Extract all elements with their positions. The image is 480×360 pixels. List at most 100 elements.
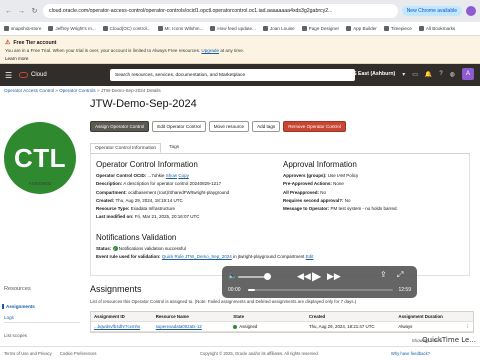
console-header: ☰ Cloud Search resources, services, docu… [0,64,480,86]
volume-knob[interactable] [264,273,271,280]
status-dot-icon [233,324,238,329]
menu-icon[interactable]: ☰ [5,71,15,80]
tab-tags[interactable]: Tags [165,143,183,153]
play-icon[interactable]: ▶ [312,269,321,283]
banner-title: Free Tier account [13,39,57,46]
upgrade-link[interactable]: Upgrade [201,48,219,53]
scrubber-track[interactable] [248,289,393,291]
help-icon[interactable]: ? [439,71,442,77]
all-bookmarks[interactable]: All Bookmarks [418,26,455,31]
bookmark[interactable]: snapshot-store [4,26,41,31]
resource-link-assignments[interactable]: Assignments [2,304,35,309]
info-panel: Operator Control Information Operator Co… [90,154,470,276]
copy-ocid-link[interactable]: Copy [178,173,189,178]
code-editor-icon[interactable]: ▭ [412,71,418,78]
approval-list: Approvers (groups): Use IAM Policy Pre-A… [283,173,398,212]
add-tags-button[interactable]: Add tags [252,121,281,132]
bookmark[interactable]: Cloud(OC) control... [102,26,151,31]
info-list: Operator Control OCID: ...7uhkie Show Co… [96,173,230,220]
assignments-description: List of resources this Operator Control … [90,299,357,304]
search-input[interactable]: Search resources, services, documentatio… [110,69,355,81]
bookmark[interactable]: Timepiece [383,26,412,31]
page-title: JTW-Demo-Sep-2024 [90,98,197,110]
fast-forward-icon[interactable]: ▶▶ [327,271,341,282]
column-header: Assignment Duration [398,314,443,319]
check-circle-icon: ✓ [112,246,118,252]
event-rule-link[interactable]: Quick Rule JTW_Demo_Sep_2024 [162,254,232,259]
bookmark[interactable]: Joan Louise [262,26,295,31]
volume-icon[interactable]: 🔈 [228,272,237,280]
table-row: ...bqwdsvfb4dhr7cxmhv superexadata002ats… [91,322,473,332]
back-icon[interactable]: ← [4,7,13,16]
created-value: Thu, Aug 29, 2024, 18:21:47 UTC [308,324,375,329]
edit-rule-link[interactable]: Edit [306,254,314,259]
bookmark-icon [4,26,9,31]
status-label: ASSIGNED [28,181,52,186]
share-icon[interactable]: ⇪ [380,270,387,279]
column-header[interactable]: Created [306,314,396,319]
column-header: State [233,314,245,319]
chevron-down-icon: ▾ [402,71,406,78]
resource-link-logs[interactable]: Logs [4,315,14,320]
bookmark[interactable]: Mr. Icons Wilshm... [157,26,203,31]
bookmark[interactable]: How feed update... [210,26,256,31]
free-tier-banner: ⚠ Free Tier account You are in a Free Tri… [0,36,480,64]
info-heading: Operator Control Information [96,160,198,169]
column-header: Resource Name [155,314,189,319]
remove-operator-control-button[interactable]: Remove Operator Control [283,121,346,132]
assignments-title: Assignments [90,284,142,294]
assignment-id-link[interactable]: ...bqwdsvfb4dhr7cxmhv [94,324,140,329]
approval-heading: Approval Information [283,160,357,169]
breadcrumb-item[interactable]: Operator Access Control [4,88,54,93]
state-value: Assigned [239,324,258,329]
resource-name-link[interactable]: superexadata002ats-12 [156,324,202,329]
oracle-cloud-logo[interactable]: Cloud [19,72,47,78]
list-scopes-link[interactable]: List scopes [4,333,27,338]
fullscreen-icon[interactable]: ⤢ [397,270,403,280]
notification-icon[interactable]: 🔔 [425,71,432,78]
bookmark[interactable]: App Builder [346,26,377,31]
divider [4,322,80,323]
user-avatar[interactable]: A [462,68,474,80]
profile-avatar[interactable] [466,6,476,16]
copyright-text: Copyright © 2025, Oracle and/or its affi… [200,351,319,356]
bookmark-icon [48,26,54,31]
bookmark[interactable]: Page Designer [301,26,339,31]
language-icon[interactable]: ◍ [450,71,455,78]
detail-tabs: Operator Control Information Tags [90,143,470,154]
tab-operator-control-information[interactable]: Operator Control Information [90,143,162,153]
breadcrumb: Operator Access Control » Operator Contr… [4,88,161,93]
move-resource-button[interactable]: Move resource [208,121,250,132]
update-chrome-button[interactable]: New Chrome available [401,6,462,16]
bookmark-icon [262,26,268,31]
bookmark-icon [346,26,352,31]
breadcrumb-item[interactable]: Operator Controls [59,88,96,93]
scrubber-progress [248,289,256,291]
learn-more-link[interactable]: Learn more [5,56,29,61]
cookie-preferences-link[interactable]: Cookie Preferences [60,351,97,356]
elapsed-time: 00:00 [228,287,241,293]
edit-operator-control-button[interactable]: Edit Operator Control [152,121,206,132]
duration-value: Always [398,324,413,329]
show-ocid-link[interactable]: Show [166,173,177,178]
feedback-link[interactable]: Why have feedback? [391,351,430,356]
terms-link[interactable]: Terms of Use and Privacy [4,351,52,356]
validation-list: Status: ✓ Notifications validation succe… [96,246,314,260]
address-bar[interactable]: cloud.oracle.com/operator-access-control… [43,4,398,18]
action-bar: Assign Operator Control Edit Operator Co… [90,121,346,132]
rewind-icon[interactable]: ◀◀ [297,271,311,282]
bookmark-icon [157,26,163,31]
table-header: Assignment ID Resource Name State Create… [91,312,473,322]
assign-operator-control-button[interactable]: Assign Operator Control [90,121,150,132]
bookmark-icon [301,26,307,31]
video-player-controls: 🔈 ◀◀ ▶ ▶▶ ⇪ ⤢ 00:00 12:59 [222,266,417,298]
reload-icon[interactable]: ↻ [30,7,39,16]
row-actions-icon[interactable]: ⋮ [465,324,473,330]
browser-toolbar: ← → ↻ cloud.oracle.com/operator-access-c… [0,0,480,22]
assignments-table: Assignment ID Resource Name State Create… [90,311,474,333]
total-time: 12:59 [398,287,411,293]
forward-icon[interactable]: → [17,7,26,16]
bookmark[interactable]: Jeffrey Wright's m... [48,26,96,31]
resources-heading: Resources [4,286,31,292]
region-selector[interactable]: US East (Ashburn) [349,71,395,77]
